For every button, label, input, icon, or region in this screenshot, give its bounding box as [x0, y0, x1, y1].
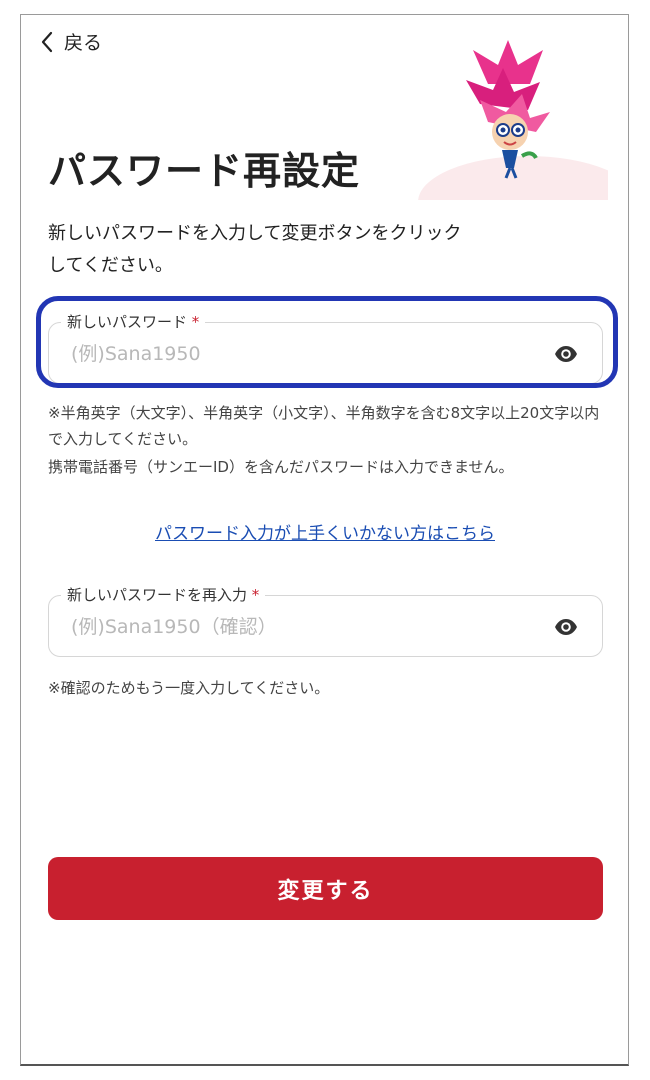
confirm-note: ※確認のためもう一度入力してください。	[48, 679, 330, 697]
phone-note: 携帯電話番号（サンエーID）を含んだパスワードは入力できません。	[48, 458, 514, 476]
back-button[interactable]: 戻る	[40, 28, 102, 55]
eye-icon[interactable]	[554, 615, 578, 639]
page-description: 新しいパスワードを入力して変更ボタンをクリックしてください。	[48, 223, 462, 276]
confirm-password-input[interactable]	[69, 596, 523, 658]
submit-button[interactable]: 変更する	[48, 857, 603, 920]
confirm-password-field: 新しいパスワードを再入力 *	[48, 584, 603, 658]
eye-icon[interactable]	[554, 342, 578, 366]
page-title: パスワード再設定	[48, 149, 361, 193]
new-password-field: 新しいパスワード *	[48, 311, 603, 385]
back-label: 戻る	[64, 32, 103, 54]
password-rules-note: ※半角英字（大文字）、半角英字（小文字）、半角数字を含む8文字以上20文字以内で…	[48, 404, 600, 448]
flower-mascot-icon	[418, 40, 608, 200]
chevron-left-icon	[41, 31, 53, 52]
password-help-link[interactable]: パスワード入力が上手くいかない方はこちら	[0, 519, 650, 544]
new-password-input[interactable]	[69, 323, 523, 385]
